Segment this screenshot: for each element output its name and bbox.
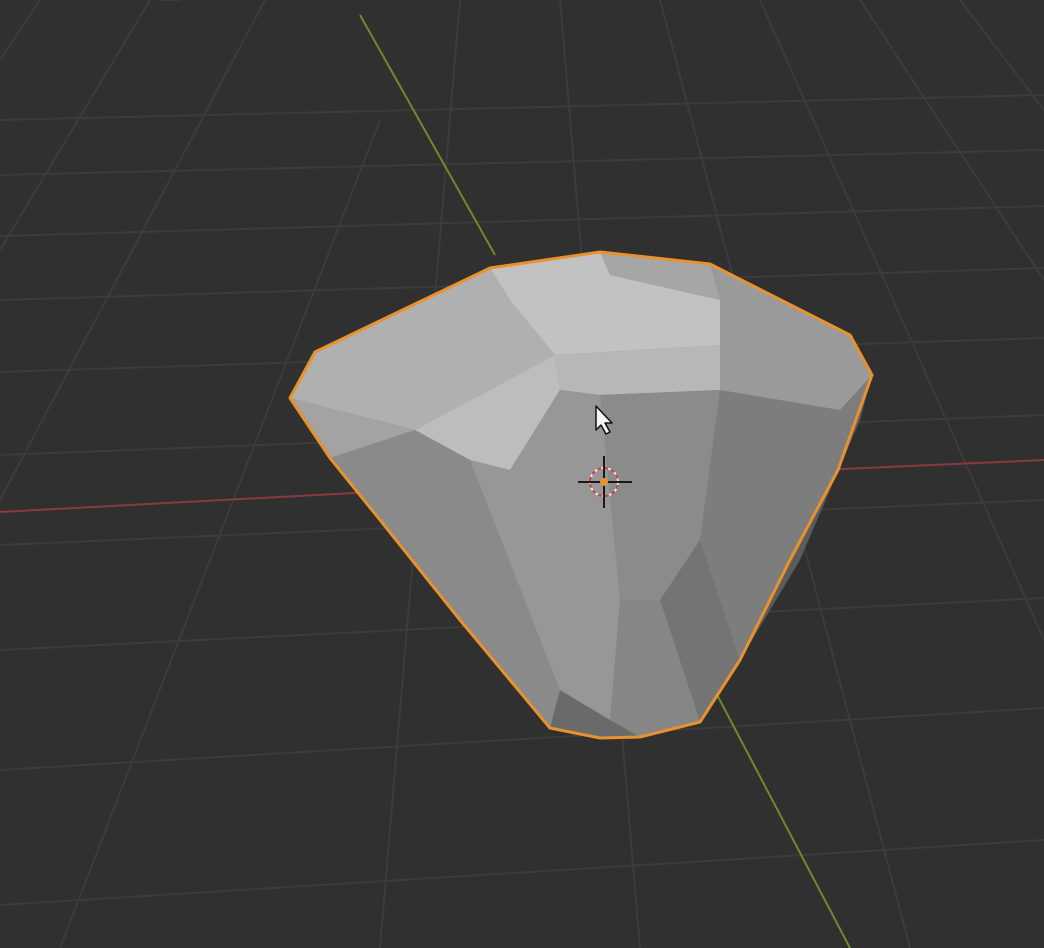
viewport-canvas [0,0,1044,948]
gem-mesh[interactable] [288,250,874,740]
3d-viewport[interactable] [0,0,1044,948]
